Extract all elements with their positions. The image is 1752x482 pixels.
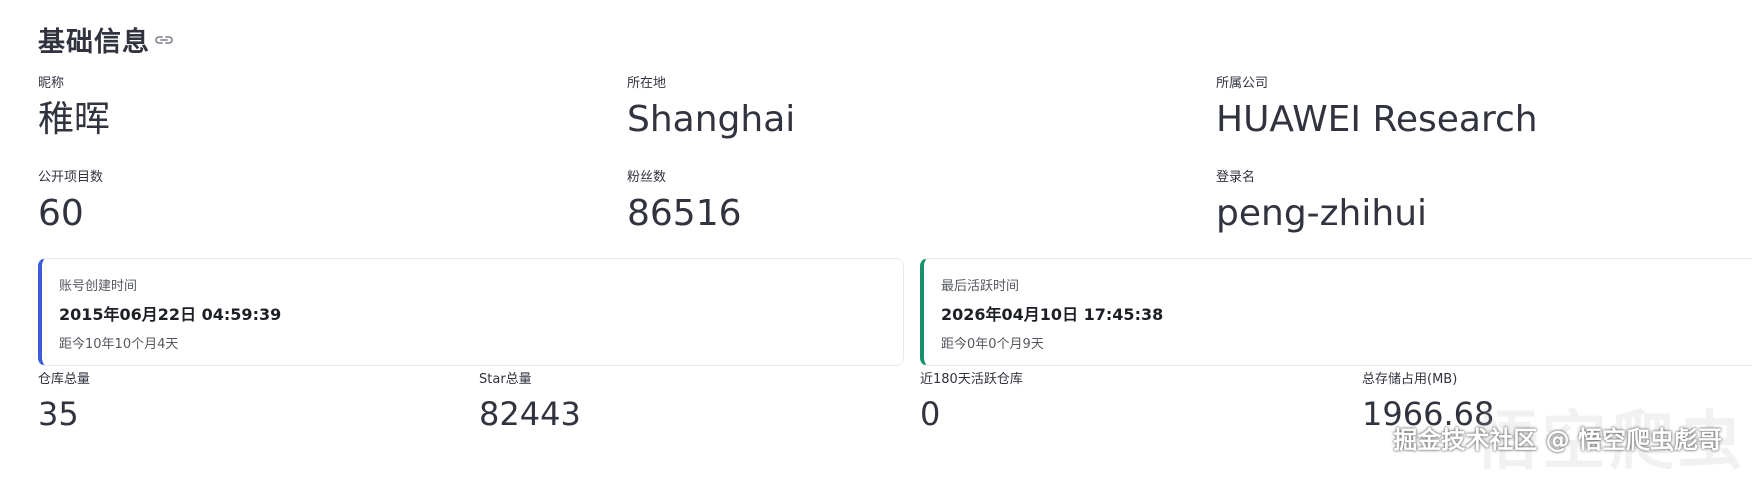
metric-value: 82443 [479, 395, 581, 433]
metric-value: 86516 [627, 193, 742, 234]
metric-label: 所在地 [627, 76, 667, 91]
card-label: 最后活跃时间 [941, 279, 1020, 294]
section-title: 基础信息 [38, 27, 150, 58]
metric-value: peng-zhihui [1216, 193, 1428, 234]
metric-label: Star总量 [479, 372, 532, 387]
card-date: 2026年04月10日 17:45:38 [941, 305, 1164, 324]
metric-value: HUAWEI Research [1216, 99, 1538, 140]
card-date: 2015年06月22日 04:59:39 [59, 305, 282, 324]
metric-value: 0 [920, 395, 941, 433]
metric-repos-total: 仓库总量 35 [38, 372, 90, 436]
metric-public-repos: 公开项目数 60 [38, 170, 103, 236]
metric-label: 总存储占用(MB) [1362, 372, 1458, 387]
card-label: 账号创建时间 [59, 279, 138, 294]
metric-label: 粉丝数 [627, 170, 667, 185]
card-last-active: 最后活跃时间 2026年04月10日 17:45:38 距今0年0个月9天 [920, 258, 1752, 366]
link-icon[interactable] [154, 32, 174, 48]
metric-active-repos: 近180天活跃仓库 0 [920, 372, 1023, 436]
metric-label: 登录名 [1216, 170, 1256, 185]
card-ago: 距今10年10个月4天 [59, 337, 179, 352]
metric-label: 公开项目数 [38, 170, 104, 185]
metric-label: 昵称 [38, 76, 65, 91]
metric-value: 60 [38, 193, 84, 234]
metric-location: 所在地 Shanghai [627, 76, 795, 142]
metric-label: 近180天活跃仓库 [920, 372, 1023, 387]
metric-value: 35 [38, 395, 79, 433]
metric-value: 稚晖 [38, 99, 111, 140]
metric-label: 所属公司 [1216, 76, 1269, 91]
metric-company: 所属公司 HUAWEI Research [1216, 76, 1538, 142]
metric-followers: 粉丝数 86516 [627, 170, 742, 236]
metric-stars-total: Star总量 82443 [479, 372, 581, 436]
watermark-text: 掘金技术社区 @ 悟空爬虫彪哥 [1393, 426, 1722, 454]
metric-login: 登录名 peng-zhihui [1216, 170, 1427, 236]
metric-label: 仓库总量 [38, 372, 91, 387]
metric-value: Shanghai [627, 99, 796, 140]
metric-nickname: 昵称 稚晖 [38, 76, 110, 142]
card-ago: 距今0年0个月9天 [941, 337, 1044, 352]
card-account-created: 账号创建时间 2015年06月22日 04:59:39 距今10年10个月4天 [38, 258, 904, 366]
